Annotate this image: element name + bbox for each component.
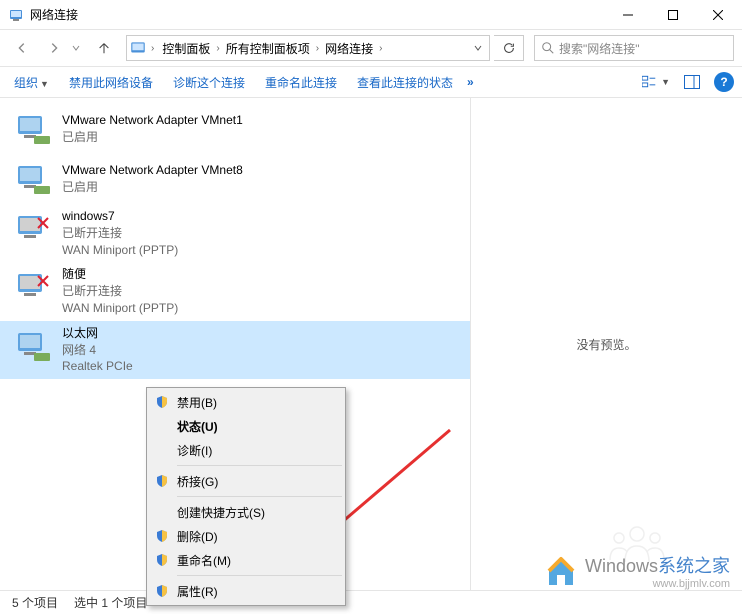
breadcrumb-separator: › — [149, 43, 156, 54]
connection-name: VMware Network Adapter VMnet1 — [62, 112, 243, 129]
connection-name: 随便 — [62, 266, 178, 283]
main-content: VMware Network Adapter VMnet1 已启用 VMware… — [0, 98, 742, 590]
context-rename[interactable]: 重命名(M) — [149, 548, 343, 572]
item-count: 5 个项目 — [12, 594, 58, 611]
disable-device-button[interactable]: 禁用此网络设备 — [63, 70, 159, 95]
shield-icon — [155, 584, 169, 598]
context-properties[interactable]: 属性(R) — [149, 579, 343, 603]
help-button[interactable]: ? — [714, 72, 734, 92]
navbar: › 控制面板 › 所有控制面板项 › 网络连接 › 搜索"网络连接" — [0, 30, 742, 66]
breadcrumb-separator: › — [314, 43, 321, 54]
location-icon — [129, 39, 147, 57]
menu-separator — [177, 496, 342, 497]
connection-name: 以太网 — [62, 325, 133, 342]
watermark: Windows系统之家 www.bjjmlv.com — [543, 552, 730, 590]
breadcrumb-item[interactable]: 网络连接 — [321, 38, 377, 59]
context-disable[interactable]: 禁用(B) — [149, 390, 343, 414]
diagnose-button[interactable]: 诊断这个连接 — [167, 70, 251, 95]
context-delete[interactable]: 删除(D) — [149, 524, 343, 548]
connection-name: windows7 — [62, 208, 178, 225]
connection-device: WAN Miniport (PPTP) — [62, 242, 178, 259]
forward-button[interactable] — [40, 34, 68, 62]
connection-item-selected[interactable]: 以太网 网络 4 Realtek PCIe — [0, 321, 470, 379]
connection-item[interactable]: VMware Network Adapter VMnet8 已启用 — [0, 154, 470, 204]
connection-item[interactable]: 随便 已断开连接 WAN Miniport (PPTP) — [0, 262, 470, 320]
connection-item[interactable]: VMware Network Adapter VMnet1 已启用 — [0, 104, 470, 154]
network-adapter-icon — [12, 325, 54, 367]
preview-pane: 没有预览。 — [470, 98, 742, 590]
network-adapter-icon — [12, 108, 54, 150]
maximize-button[interactable] — [650, 0, 695, 29]
connection-device: Realtek PCIe — [62, 358, 133, 375]
connection-name: VMware Network Adapter VMnet8 — [62, 162, 243, 179]
statusbar: 5 个项目 选中 1 个项目 — [0, 590, 742, 614]
connection-status: 已断开连接 — [62, 225, 178, 242]
context-bridge[interactable]: 桥接(G) — [149, 469, 343, 493]
network-adapter-icon — [12, 208, 54, 250]
preview-pane-button[interactable] — [678, 75, 706, 89]
house-icon — [543, 553, 579, 589]
search-input[interactable]: 搜索"网络连接" — [534, 35, 734, 61]
connection-device: WAN Miniport (PPTP) — [62, 300, 178, 317]
context-status[interactable]: 状态(U) — [149, 414, 343, 438]
connection-item[interactable]: windows7 已断开连接 WAN Miniport (PPTP) — [0, 204, 470, 262]
close-button[interactable] — [695, 0, 740, 29]
connection-status: 已启用 — [62, 129, 243, 146]
menu-separator — [177, 465, 342, 466]
breadcrumb: 控制面板 › 所有控制面板项 › 网络连接 › — [158, 38, 467, 59]
shield-icon — [155, 529, 169, 543]
context-menu: 禁用(B) 状态(U) 诊断(I) 桥接(G) 创建快捷方式(S) 删除(D) … — [146, 387, 346, 606]
no-preview-text: 没有预览。 — [576, 336, 636, 353]
selection-count: 选中 1 个项目 — [74, 594, 147, 611]
window-title: 网络连接 — [30, 6, 605, 23]
toolbar: 组织▼ 禁用此网络设备 诊断这个连接 重命名此连接 查看此连接的状态 » ▼ ? — [0, 66, 742, 98]
refresh-button[interactable] — [494, 35, 524, 61]
shield-icon — [155, 553, 169, 567]
network-adapter-icon — [12, 266, 54, 308]
up-button[interactable] — [90, 34, 118, 62]
history-dropdown[interactable] — [72, 41, 86, 55]
menu-separator — [177, 575, 342, 576]
view-status-button[interactable]: 查看此连接的状态 — [351, 70, 459, 95]
app-icon — [8, 7, 24, 23]
connection-status: 网络 4 — [62, 342, 133, 359]
connection-status: 已断开连接 — [62, 283, 178, 300]
view-mode-button[interactable]: ▼ — [642, 75, 670, 89]
search-icon — [541, 41, 555, 55]
context-diagnose[interactable]: 诊断(I) — [149, 438, 343, 462]
breadcrumb-item[interactable]: 控制面板 — [158, 38, 214, 59]
breadcrumb-separator: › — [214, 43, 221, 54]
context-shortcut[interactable]: 创建快捷方式(S) — [149, 500, 343, 524]
toolbar-overflow[interactable]: » — [467, 75, 474, 89]
breadcrumb-separator: › — [377, 43, 384, 54]
minimize-button[interactable] — [605, 0, 650, 29]
back-button[interactable] — [8, 34, 36, 62]
rename-button[interactable]: 重命名此连接 — [259, 70, 343, 95]
shield-icon — [155, 474, 169, 488]
connection-status: 已启用 — [62, 179, 243, 196]
titlebar: 网络连接 — [0, 0, 742, 30]
network-adapter-icon — [12, 158, 54, 200]
address-dropdown[interactable] — [469, 41, 487, 55]
organize-menu[interactable]: 组织▼ — [8, 70, 55, 95]
search-placeholder: 搜索"网络连接" — [559, 40, 640, 57]
shield-icon — [155, 395, 169, 409]
breadcrumb-item[interactable]: 所有控制面板项 — [222, 38, 314, 59]
address-bar[interactable]: › 控制面板 › 所有控制面板项 › 网络连接 › — [126, 35, 490, 61]
